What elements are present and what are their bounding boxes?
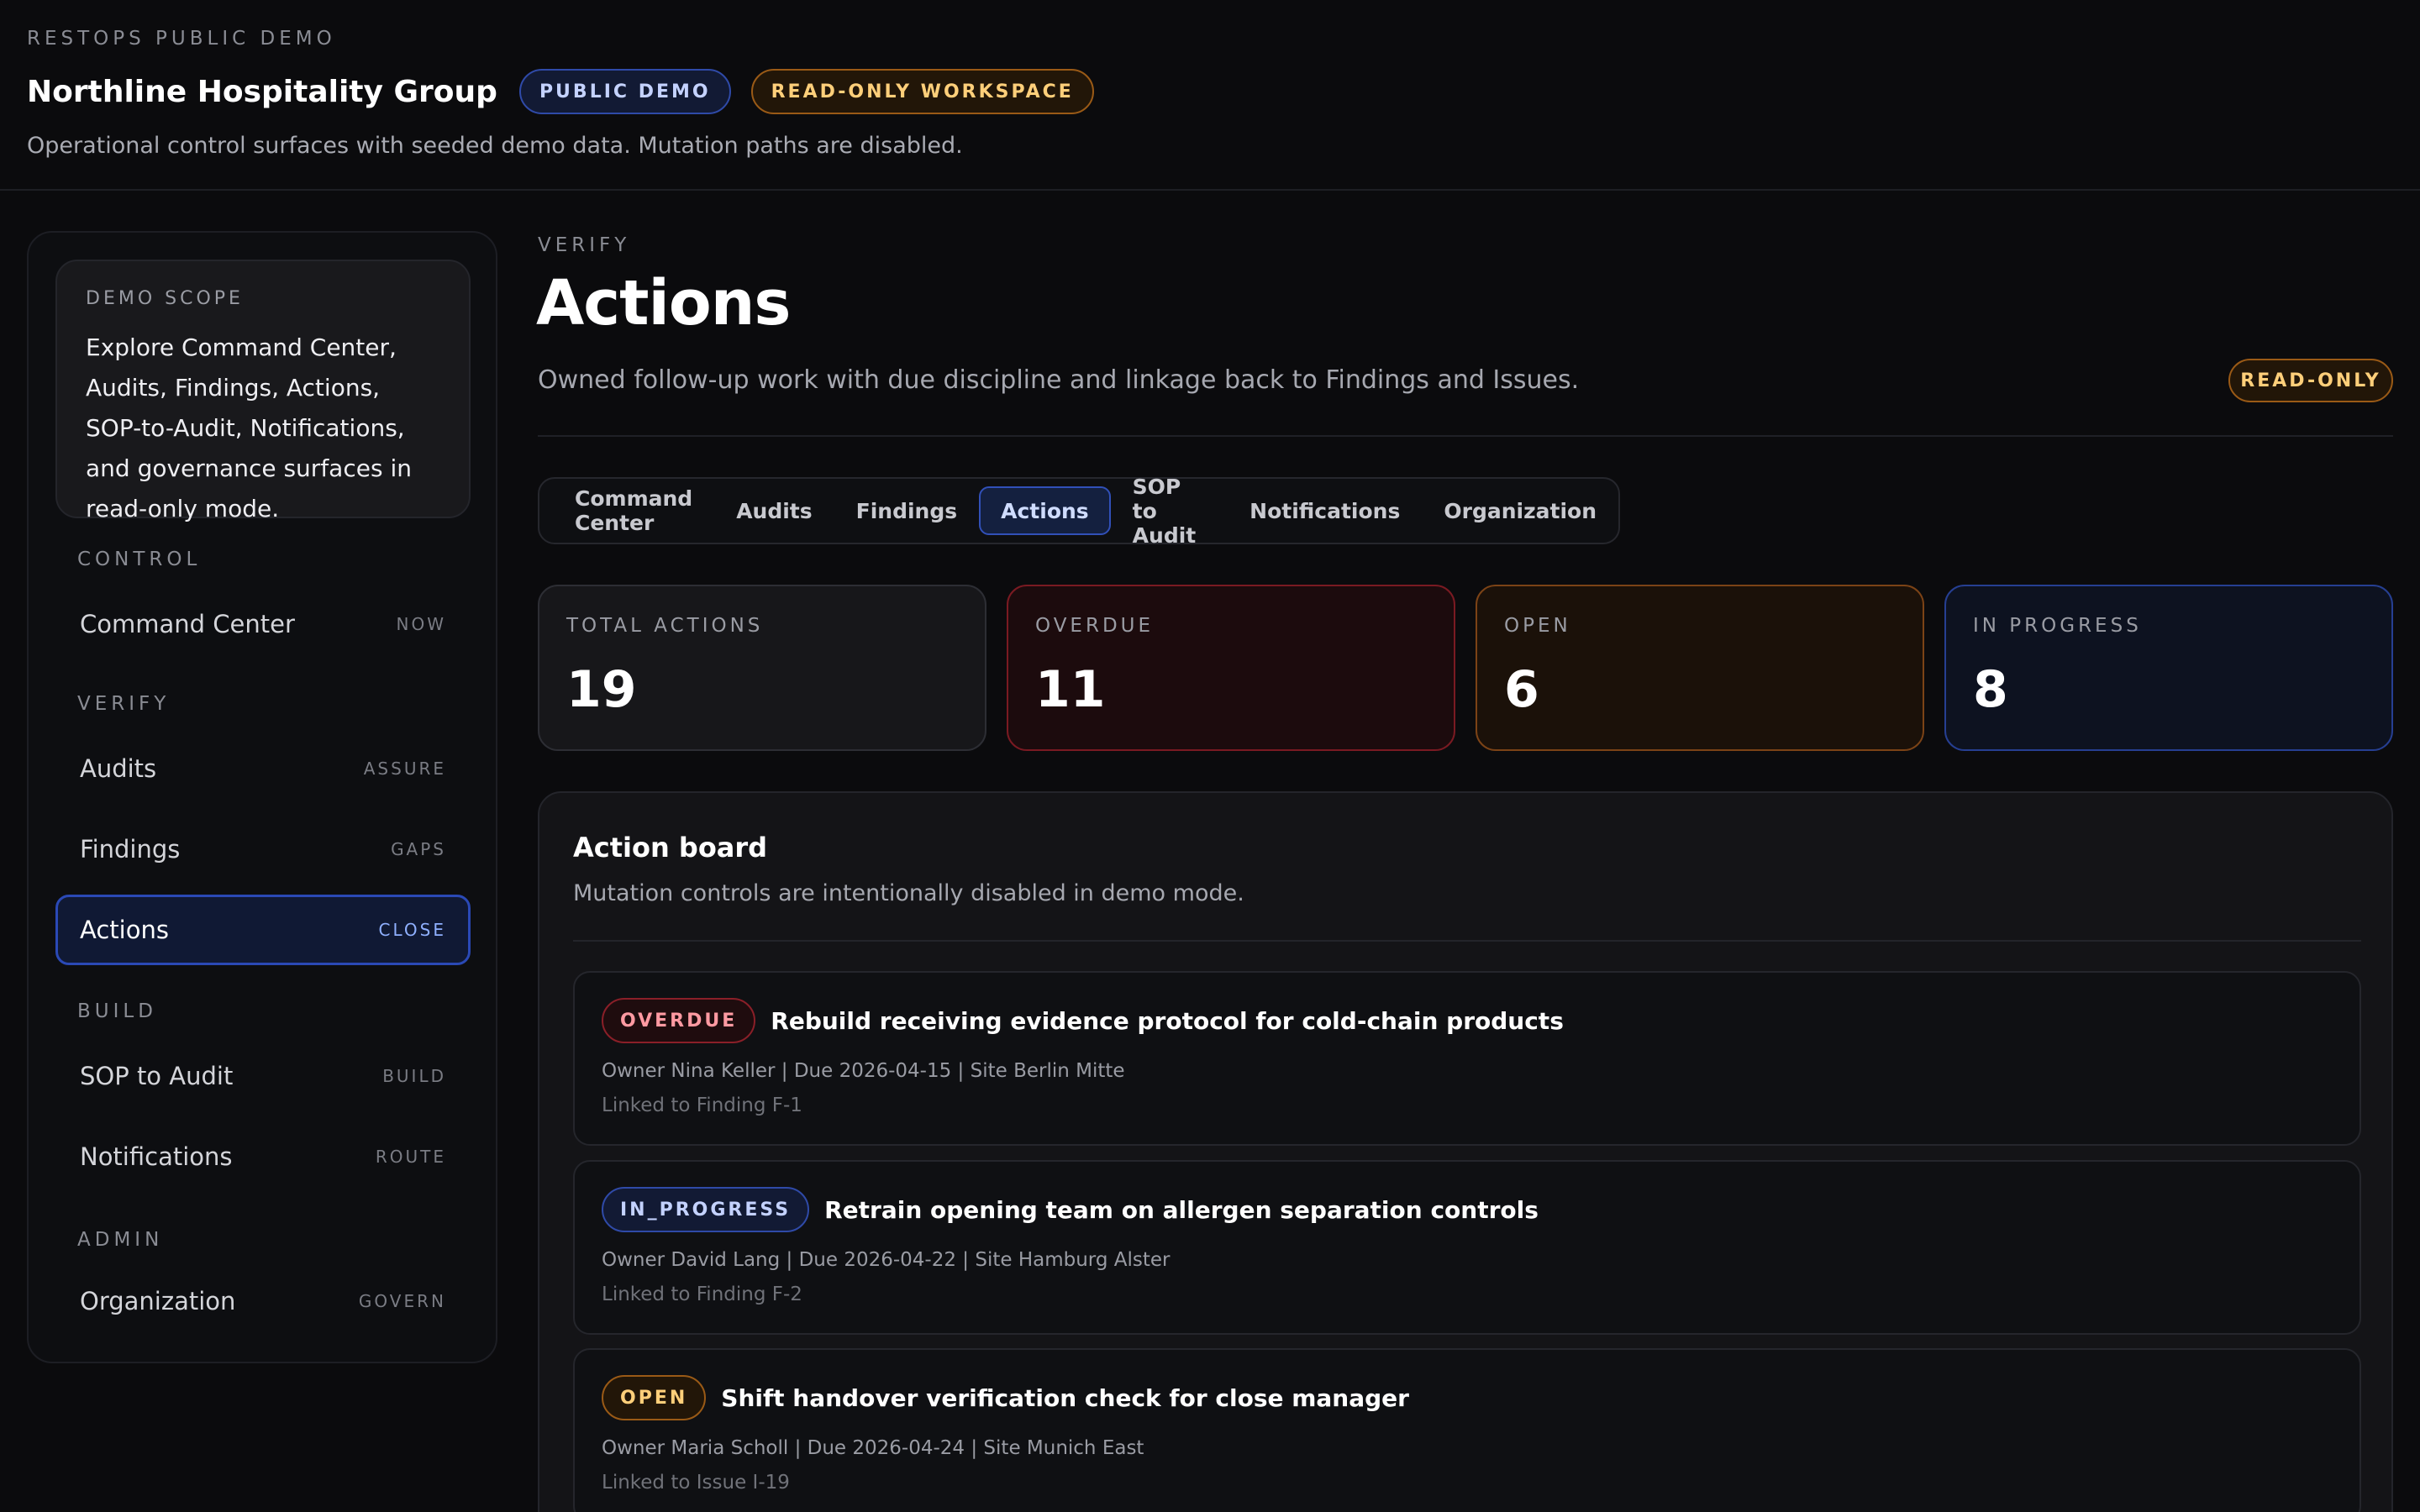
read-only-workspace-badge: READ-ONLY WORKSPACE bbox=[750, 69, 1094, 114]
sidebar-item-hint: ASSURE bbox=[363, 759, 446, 779]
action-card[interactable]: IN_PROGRESS Retrain opening team on alle… bbox=[573, 1160, 2361, 1335]
sidebar-item-label: Command Center bbox=[80, 610, 295, 638]
action-meta: Owner Maria Scholl | Due 2026-04-24 | Si… bbox=[602, 1437, 1144, 1459]
sidebar-item-label: Findings bbox=[80, 835, 181, 864]
action-title: Shift handover verification check for cl… bbox=[721, 1383, 1409, 1412]
sidebar-item-actions[interactable]: Actions CLOSE bbox=[55, 895, 471, 965]
sidebar-item-command-center[interactable]: Command Center NOW bbox=[55, 589, 471, 659]
stat-value: 19 bbox=[566, 660, 637, 719]
action-meta: Owner David Lang | Due 2026-04-22 | Site… bbox=[602, 1249, 1171, 1271]
public-demo-badge: PUBLIC DEMO bbox=[518, 69, 731, 114]
action-card-header: OPEN Shift handover verification check f… bbox=[602, 1375, 1409, 1420]
stat-value: 8 bbox=[1973, 660, 2008, 719]
tab-organization[interactable]: Organization bbox=[1422, 486, 1618, 535]
sidebar-item-label: Organization bbox=[80, 1287, 236, 1315]
demo-scope-label: DEMO SCOPE bbox=[86, 288, 244, 309]
stat-label: TOTAL ACTIONS bbox=[566, 615, 764, 637]
divider bbox=[538, 435, 2393, 437]
stat-label: IN PROGRESS bbox=[1973, 615, 2142, 637]
read-only-badge: READ-ONLY bbox=[2228, 359, 2393, 402]
divider bbox=[573, 940, 2361, 942]
sidebar-item-sop-to-audit[interactable]: SOP to Audit BUILD bbox=[55, 1041, 471, 1111]
header-subtitle: Operational control surfaces with seeded… bbox=[27, 133, 963, 159]
action-link: Linked to Issue I-19 bbox=[602, 1472, 790, 1494]
sidebar-section-verify: VERIFY bbox=[77, 693, 171, 715]
sidebar-item-audits[interactable]: Audits ASSURE bbox=[55, 733, 471, 804]
action-meta: Owner Nina Keller | Due 2026-04-15 | Sit… bbox=[602, 1060, 1125, 1082]
sidebar-item-notifications[interactable]: Notifications ROUTE bbox=[55, 1121, 471, 1192]
action-link: Linked to Finding F-2 bbox=[602, 1284, 802, 1305]
status-badge: OPEN bbox=[602, 1375, 707, 1420]
stat-card-in-progress: IN PROGRESS 8 bbox=[1944, 585, 2393, 751]
header-eyebrow: RESTOPS PUBLIC DEMO bbox=[27, 28, 336, 50]
sidebar-section-build: BUILD bbox=[77, 1000, 157, 1022]
sidebar-item-label: Notifications bbox=[80, 1142, 233, 1171]
sidebar-item-label: SOP to Audit bbox=[80, 1062, 234, 1090]
sidebar-item-hint: ROUTE bbox=[375, 1147, 446, 1167]
page-subtitle: Owned follow-up work with due discipline… bbox=[538, 365, 1580, 395]
brand-row: Northline Hospitality Group PUBLIC DEMO … bbox=[27, 67, 1094, 116]
sidebar-item-hint: GAPS bbox=[391, 839, 446, 859]
sidebar-item-hint: NOW bbox=[396, 614, 446, 634]
sidebar-section-admin: ADMIN bbox=[77, 1229, 164, 1251]
status-badge: OVERDUE bbox=[602, 998, 756, 1043]
page-eyebrow: VERIFY bbox=[538, 234, 631, 256]
organization-title: Northline Hospitality Group bbox=[27, 74, 497, 109]
status-badge: IN_PROGRESS bbox=[602, 1187, 810, 1232]
action-card-header: IN_PROGRESS Retrain opening team on alle… bbox=[602, 1187, 1539, 1232]
action-title: Retrain opening team on allergen separat… bbox=[824, 1195, 1539, 1224]
tab-findings[interactable]: Findings bbox=[834, 486, 979, 535]
stat-card-open: OPEN 6 bbox=[1476, 585, 1924, 751]
sidebar-item-findings[interactable]: Findings GAPS bbox=[55, 814, 471, 885]
board-title: Action board bbox=[573, 832, 768, 864]
sidebar-item-hint: CLOSE bbox=[378, 920, 446, 940]
section-tabs: Command Center Audits Findings Actions S… bbox=[538, 475, 1620, 548]
action-title: Rebuild receiving evidence protocol for … bbox=[771, 1006, 1564, 1035]
sidebar-item-hint: GOVERN bbox=[358, 1291, 446, 1311]
action-card[interactable]: OVERDUE Rebuild receiving evidence proto… bbox=[573, 971, 2361, 1146]
demo-scope-text: Explore Command Center, Audits, Findings… bbox=[86, 333, 412, 522]
sidebar-item-label: Audits bbox=[80, 754, 157, 783]
sidebar: DEMO SCOPE Explore Command Center, Audit… bbox=[27, 231, 497, 1363]
action-card-header: OVERDUE Rebuild receiving evidence proto… bbox=[602, 998, 1564, 1043]
sidebar-item-label: Actions bbox=[80, 916, 169, 944]
tab-sop-to-audit[interactable]: SOP to Audit bbox=[1111, 475, 1228, 548]
tab-notifications[interactable]: Notifications bbox=[1228, 486, 1422, 535]
sidebar-item-organization[interactable]: Organization GOVERN bbox=[55, 1266, 471, 1336]
stat-card-overdue: OVERDUE 11 bbox=[1007, 585, 1455, 751]
demo-scope-card: DEMO SCOPE Explore Command Center, Audit… bbox=[55, 260, 471, 522]
action-card[interactable]: OPEN Shift handover verification check f… bbox=[573, 1348, 2361, 1512]
board-subtitle: Mutation controls are intentionally disa… bbox=[573, 880, 1244, 906]
stat-card-total-actions: TOTAL ACTIONS 19 bbox=[538, 585, 986, 751]
page-title: Actions bbox=[536, 267, 791, 339]
sidebar-item-hint: BUILD bbox=[382, 1066, 446, 1086]
app-header: RESTOPS PUBLIC DEMO Northline Hospitalit… bbox=[0, 0, 2420, 191]
tab-command-center[interactable]: Command Center bbox=[553, 486, 714, 535]
action-board: Action board Mutation controls are inten… bbox=[538, 791, 2393, 1512]
tab-actions[interactable]: Actions bbox=[979, 486, 1111, 535]
tab-audits[interactable]: Audits bbox=[714, 486, 834, 535]
stat-value: 6 bbox=[1504, 660, 1539, 719]
action-link: Linked to Finding F-1 bbox=[602, 1095, 802, 1116]
stat-label: OVERDUE bbox=[1035, 615, 1155, 637]
stat-value: 11 bbox=[1035, 660, 1106, 719]
sidebar-section-control: CONTROL bbox=[77, 549, 202, 570]
stat-label: OPEN bbox=[1504, 615, 1571, 637]
